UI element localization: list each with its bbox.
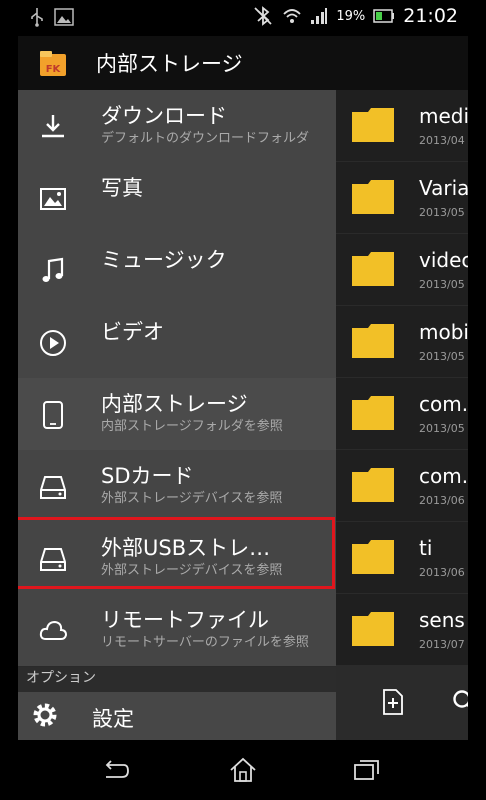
page-title: 内部ストレージ [96,52,243,76]
navigation-drawer: ダウンロード デフォルトのダウンロードフォルダ 写真 ミュージック ビデオ 内部… [18,90,336,740]
file-row[interactable]: Varia 2013/05 [336,162,468,234]
status-bar: 19% 21:02 [18,0,468,36]
drawer-item-music[interactable]: ミュージック [18,234,336,307]
file-row[interactable]: sens 2013/07 [336,594,468,666]
image-icon [40,188,66,210]
drawer-item-subtitle: リモートサーバーのファイルを参照 [101,635,309,650]
file-name: com. [419,392,468,416]
file-row[interactable]: ti 2013/06 [336,522,468,594]
battery-icon [373,9,395,23]
image-notification-icon [54,8,74,26]
file-date: 2013/05 [419,206,465,219]
settings-label: 設定 [92,707,134,731]
file-name: medi [419,104,468,128]
file-date: 2013/05 [419,422,465,435]
drawer-item-subtitle: 内部ストレージフォルダを参照 [101,419,283,434]
folder-icon [352,540,394,574]
file-date: 2013/05 [419,278,465,291]
drawer-item-subtitle: 外部ストレージデバイスを参照 [101,491,283,506]
wifi-icon [283,9,301,23]
drive-icon [40,476,66,499]
clock: 21:02 [403,5,458,27]
drawer-item-title: ビデオ [101,320,164,344]
app-logo-icon[interactable]: FK [38,48,68,78]
drawer-item-title: ダウンロード [101,104,227,128]
folder-icon [352,612,394,646]
file-row[interactable]: videc 2013/05 [336,234,468,306]
app-logo-text: FK [46,64,62,75]
folder-icon [352,468,394,502]
drawer-item-sd-card[interactable]: SDカード 外部ストレージデバイスを参照 [18,450,336,523]
file-name: Varia [419,176,468,200]
file-date: 2013/04 [419,134,465,147]
file-list: medi 2013/04 Varia 2013/05 videc 2013/05… [336,90,468,740]
file-date: 2013/06 [419,494,465,507]
drawer-item-photos[interactable]: 写真 [18,162,336,235]
highlight-box [18,517,335,589]
drawer-item-title: SDカード [101,464,194,488]
drawer-item-subtitle: デフォルトのダウンロードフォルダ [101,131,310,146]
bottom-action-bar [336,665,468,740]
file-date: 2013/07 [419,638,465,651]
search-icon[interactable] [452,689,468,715]
download-icon [42,115,64,138]
drawer-item-internal-storage[interactable]: 内部ストレージ 内部ストレージフォルダを参照 [18,378,336,451]
file-date: 2013/05 [419,350,465,363]
folder-icon [352,180,394,214]
device-screen: 19% 21:02 FK 内部ストレージ medi 2013/04 Varia … [18,0,468,800]
music-note-icon [42,257,64,282]
usb-icon [31,8,43,27]
folder-icon [352,108,394,142]
folder-icon [352,252,394,286]
file-name: ti [419,536,433,560]
tablet-icon [43,401,63,429]
file-date: 2013/06 [419,566,465,579]
drawer-item-video[interactable]: ビデオ [18,306,336,379]
drawer-item-title: 内部ストレージ [101,392,248,416]
battery-percent: 19% [336,8,366,24]
file-name: mobi [419,320,468,344]
recent-apps-icon[interactable] [352,755,382,785]
drawer-item-download[interactable]: ダウンロード デフォルトのダウンロードフォルダ [18,90,336,163]
bluetooth-off-icon [254,6,272,26]
folder-icon [352,324,394,358]
section-label-options: オプション [26,670,96,686]
signal-icon [311,8,328,24]
action-bar: FK 内部ストレージ [18,36,468,90]
cloud-icon [39,620,68,640]
file-row[interactable]: com. 2013/05 [336,378,468,450]
system-nav-bar [18,740,468,800]
play-icon [40,330,66,356]
drawer-item-title: ミュージック [101,248,227,272]
back-icon[interactable] [100,755,130,785]
file-row[interactable]: com. 2013/06 [336,450,468,522]
file-name: videc [419,248,468,272]
drawer-item-settings[interactable]: 設定 [18,692,336,740]
home-icon[interactable] [228,755,258,785]
drawer-item-remote-files[interactable]: リモートファイル リモートサーバーのファイルを参照 [18,594,336,667]
gear-icon [33,703,57,727]
new-file-icon[interactable] [380,689,406,715]
file-name: sens [419,608,465,632]
folder-icon [352,396,394,430]
file-name: com. [419,464,468,488]
file-row[interactable]: medi 2013/04 [336,90,468,162]
file-row[interactable]: mobi 2013/05 [336,306,468,378]
drawer-item-title: リモートファイル [101,608,269,632]
drawer-item-title: 写真 [101,176,143,200]
